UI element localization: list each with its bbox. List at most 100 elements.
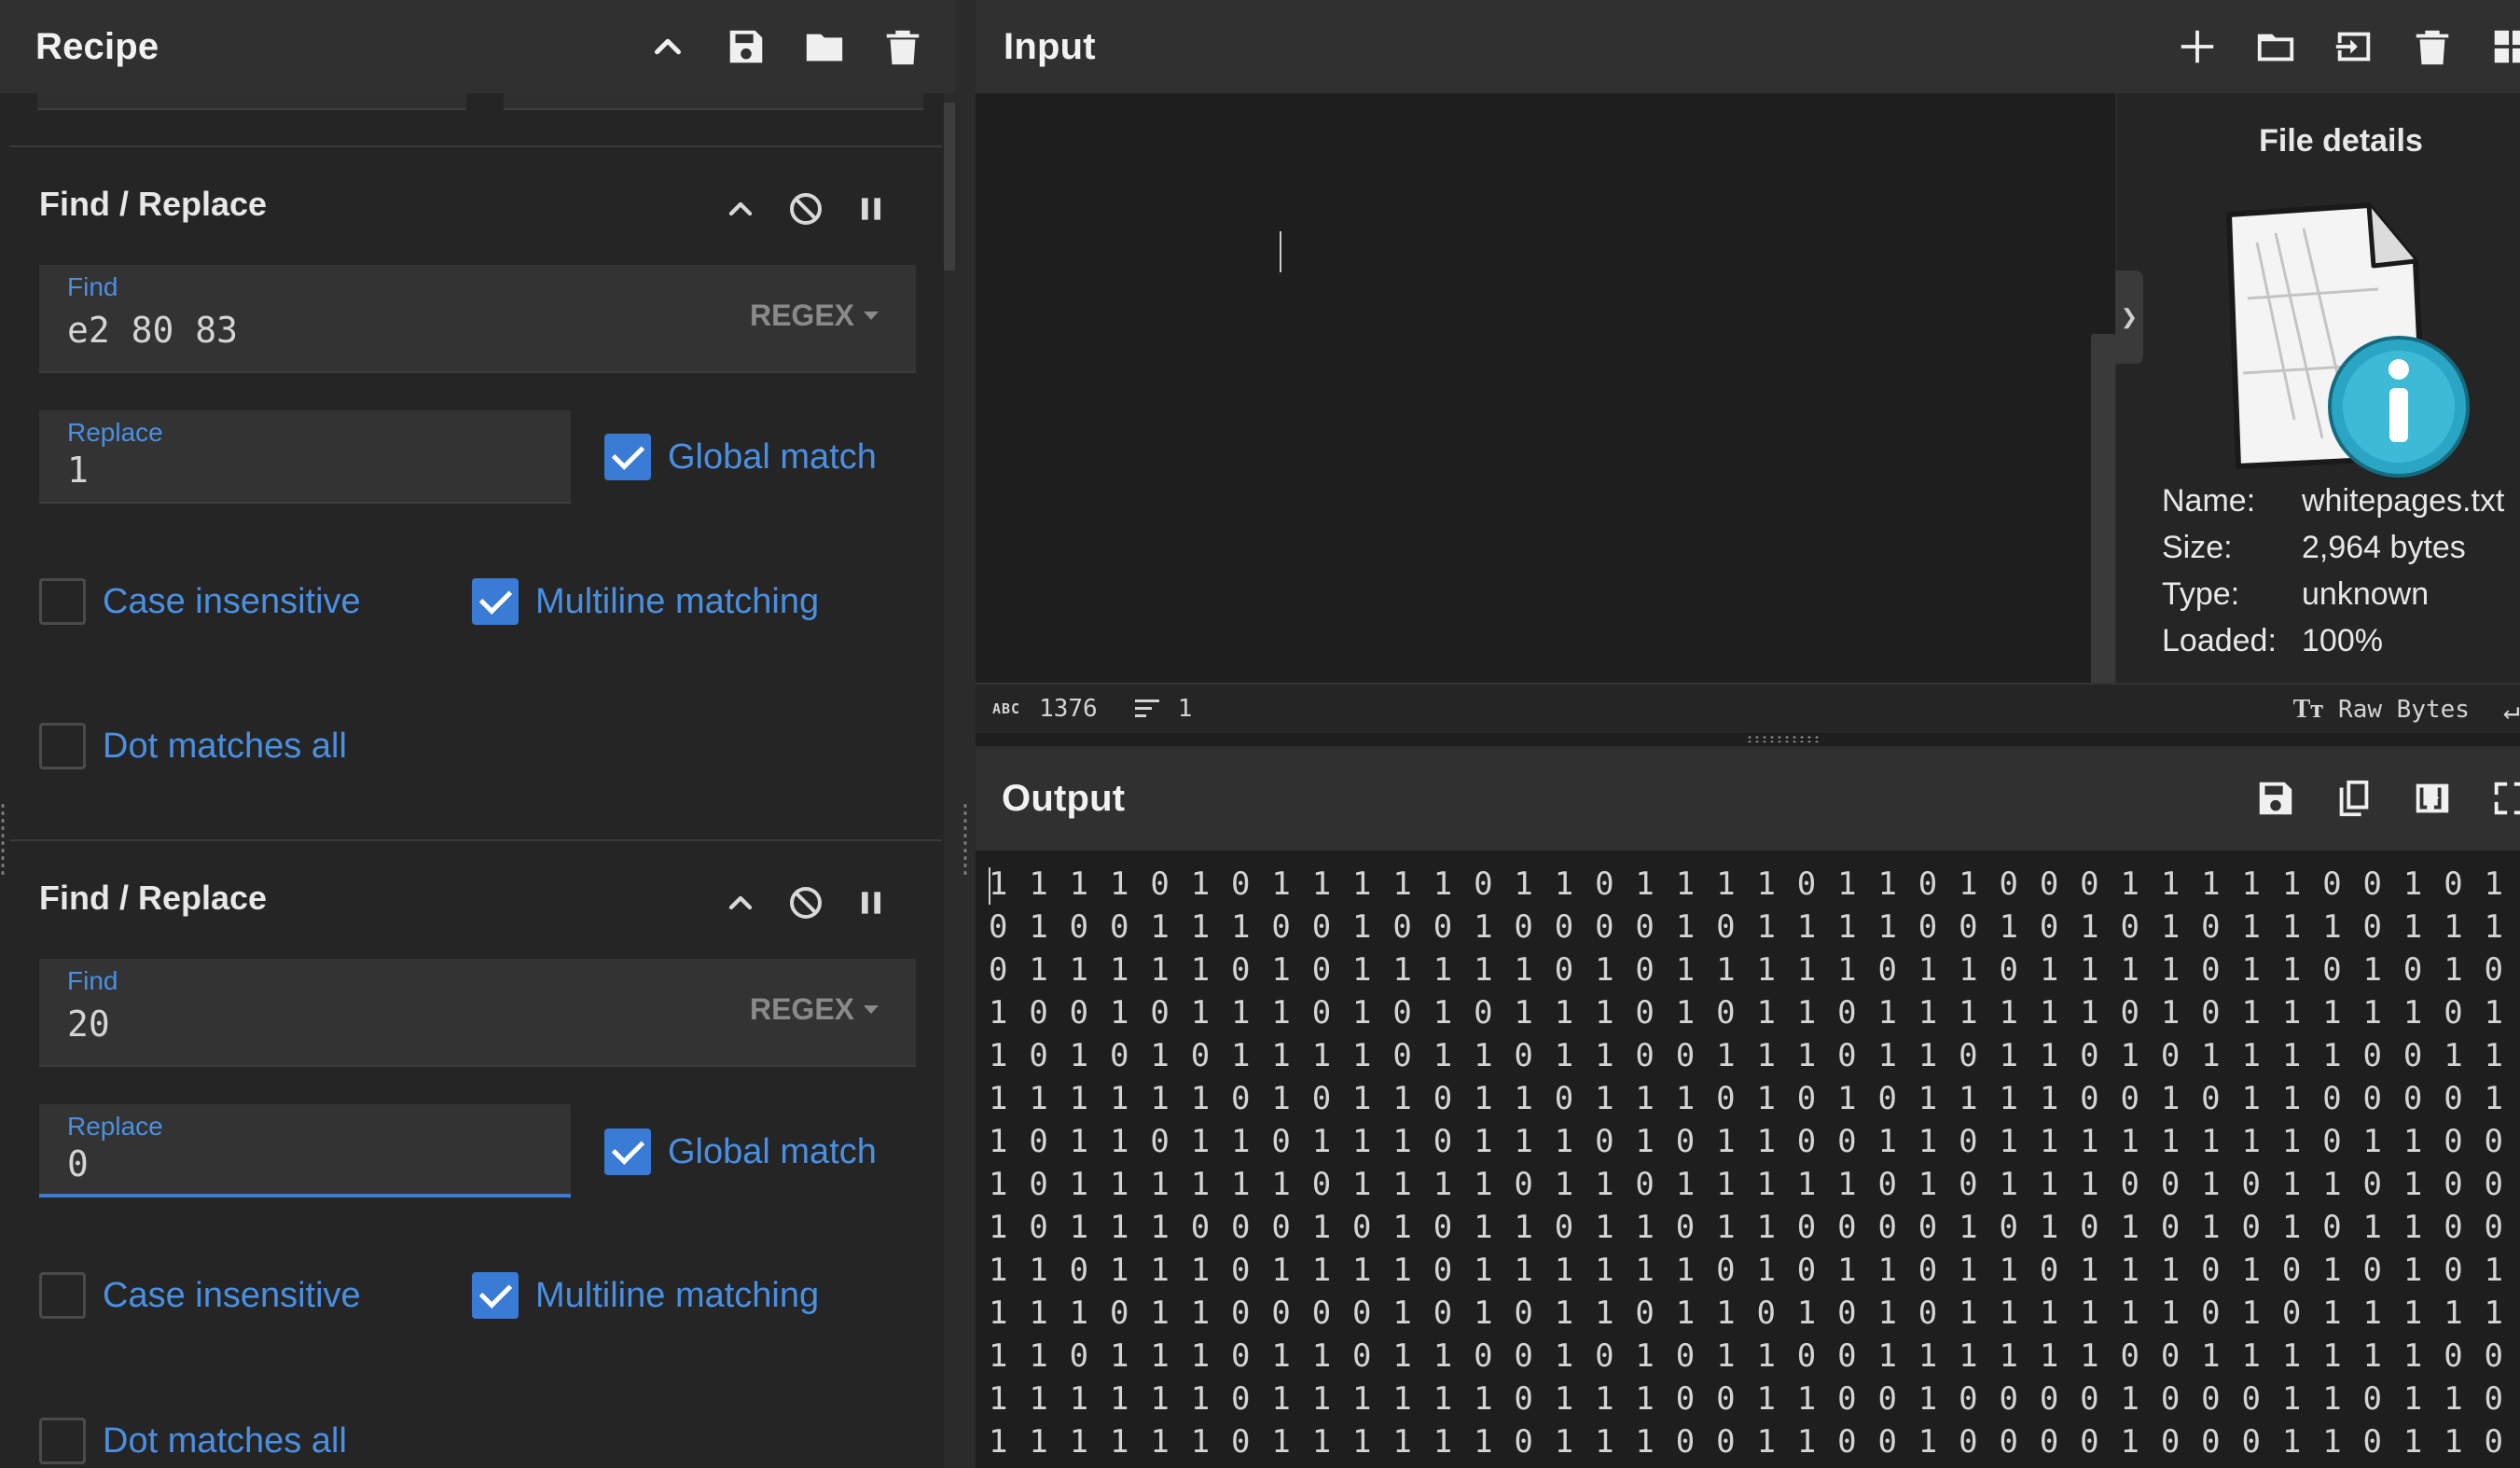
disable-icon[interactable] — [780, 877, 832, 929]
column-resize-handle[interactable] — [962, 802, 968, 877]
checkbox-unchecked[interactable] — [39, 1272, 86, 1319]
global-match-checkbox[interactable]: Global match — [604, 1129, 877, 1175]
maximize-icon[interactable] — [2472, 759, 2520, 838]
input-lines: 1 — [1177, 695, 1193, 723]
find-label: Find — [67, 966, 118, 995]
encoding-button[interactable]: Raw Bytes — [2338, 696, 2470, 724]
trash-icon[interactable] — [864, 7, 942, 86]
input-header: Input — [976, 0, 2520, 93]
trash-icon[interactable] — [2393, 7, 2472, 86]
save-icon[interactable] — [2236, 759, 2315, 838]
file-details-title: File details — [2259, 123, 2423, 159]
output-line: 1 1 0 1 1 1 0 1 1 1 1 0 1 1 1 1 1 1 0 1 … — [989, 1252, 2520, 1289]
replace-value[interactable]: 1 — [67, 450, 89, 491]
output-line: 1 1 0 1 1 1 0 1 1 0 1 1 0 0 1 0 1 0 1 1 … — [989, 1337, 2505, 1375]
multiline-checkbox[interactable]: Multiline matching — [472, 1272, 819, 1319]
checkbox-checked[interactable] — [472, 1272, 519, 1319]
output-title: Output — [1002, 777, 1126, 819]
output-line: 1 0 0 1 0 1 1 1 0 1 0 1 0 1 1 1 0 1 0 1 … — [989, 994, 2520, 1032]
eol-icon[interactable]: ↵ — [2503, 694, 2520, 727]
save-icon[interactable] — [707, 7, 785, 86]
input-length: 1376 — [1039, 695, 1098, 723]
operation-title: Find / Replace — [39, 185, 268, 223]
layout-icon[interactable] — [2472, 7, 2520, 86]
find-value[interactable]: 20 — [67, 1004, 110, 1045]
checkbox-unchecked[interactable] — [39, 578, 86, 625]
lines-icon — [1134, 699, 1159, 718]
operation-divider — [9, 839, 942, 841]
import-icon[interactable] — [2315, 7, 2393, 86]
text-cursor — [1280, 231, 1281, 272]
global-match-label: Global match — [668, 436, 877, 477]
multiline-label: Multiline matching — [535, 581, 820, 621]
replace-field[interactable]: Replace 0 — [39, 1104, 571, 1198]
file-type-row: Type: unknown — [2162, 576, 2429, 613]
output-cursor — [989, 867, 990, 905]
output-text[interactable]: 1 1 1 1 0 1 0 1 1 1 1 1 0 1 1 0 1 1 1 1 … — [976, 851, 2520, 1468]
chevron-up-icon[interactable] — [629, 7, 707, 86]
find-field[interactable]: Find e2 80 83 REGEX — [39, 265, 916, 373]
io-splitter[interactable] — [976, 733, 2520, 746]
file-size-row: Size: 2,964 bytes — [2162, 530, 2466, 566]
breakpoint-icon[interactable] — [845, 877, 897, 929]
io-resize-handle[interactable] — [1746, 735, 1821, 742]
file-type-value: unknown — [2302, 576, 2430, 612]
input-scrollbar[interactable] — [2091, 334, 2115, 718]
dot-matches-all-label: Dot matches all — [103, 726, 347, 766]
file-loaded-value: 100% — [2302, 623, 2383, 658]
details-toggle-tab[interactable]: ❯ — [2115, 270, 2143, 364]
find-field[interactable]: Find 20 REGEX — [39, 959, 916, 1067]
case-insensitive-label: Case insensitive — [103, 1275, 361, 1315]
output-line: 1 1 1 1 1 1 0 1 1 1 1 1 1 0 1 1 1 0 0 1 … — [989, 1423, 2520, 1461]
output-line: 1 1 1 1 1 1 0 1 1 1 1 1 1 0 1 1 1 0 0 1 … — [989, 1380, 2520, 1418]
folder-icon[interactable] — [785, 7, 864, 86]
case-insensitive-checkbox[interactable]: Case insensitive — [39, 1272, 361, 1319]
chevron-right-icon: ❯ — [2120, 305, 2139, 328]
recipe-header: Recipe — [0, 0, 955, 93]
checkbox-unchecked[interactable] — [39, 723, 86, 769]
find-mode-dropdown[interactable]: REGEX — [750, 298, 879, 333]
operation-title: Find / Replace — [39, 879, 268, 917]
checkbox-unchecked[interactable] — [39, 1418, 86, 1464]
dot-matches-all-checkbox[interactable]: Dot matches all — [39, 723, 347, 769]
checkbox-checked[interactable] — [604, 434, 651, 480]
checkbox-checked[interactable] — [472, 578, 519, 625]
collapse-icon[interactable] — [714, 877, 767, 929]
previous-field-right[interactable] — [504, 93, 923, 110]
global-match-label: Global match — [668, 1131, 877, 1171]
output-line: 1 1 1 1 0 1 0 1 1 1 1 1 0 1 1 0 1 1 1 1 … — [989, 866, 2520, 903]
recipe-operations: Find / Replace Find e2 80 83 REGEX Repla… — [9, 93, 942, 1468]
file-info-icon — [2226, 202, 2470, 478]
find-mode-label: REGEX — [749, 992, 854, 1026]
recipe-panel: Recipe Find / Replace Find e2 80 83 REGE… — [0, 0, 964, 1468]
replace-input-icon[interactable] — [2393, 759, 2472, 838]
font-size-icon[interactable]: Tт — [2293, 695, 2323, 725]
find-mode-dropdown[interactable]: REGEX — [750, 992, 879, 1027]
breakpoint-icon[interactable] — [845, 183, 897, 235]
global-match-checkbox[interactable]: Global match — [604, 434, 877, 480]
chevron-down-icon — [864, 1005, 879, 1014]
recipe-title: Recipe — [35, 25, 159, 67]
previous-field-left[interactable] — [37, 93, 466, 110]
input-status-bar: ABC 1376 1 Tт Raw Bytes ↵ — [976, 683, 2520, 733]
collapse-icon[interactable] — [714, 183, 767, 235]
case-insensitive-checkbox[interactable]: Case insensitive — [39, 578, 361, 625]
output-line: 1 0 1 1 1 1 1 1 0 1 1 1 1 0 1 1 0 1 1 1 … — [989, 1166, 2505, 1203]
disable-icon[interactable] — [780, 183, 832, 235]
dot-matches-all-checkbox[interactable]: Dot matches all — [39, 1418, 347, 1464]
left-resize-handle[interactable] — [0, 802, 6, 877]
column-splitter[interactable] — [955, 0, 976, 1468]
plus-icon[interactable] — [2158, 7, 2236, 86]
folder-icon[interactable] — [2236, 7, 2315, 86]
replace-label: Replace — [67, 1112, 163, 1141]
replace-field[interactable]: Replace 1 — [39, 410, 571, 504]
find-label: Find — [67, 272, 118, 301]
file-loaded-row: Loaded: 100% — [2162, 623, 2383, 659]
copy-icon[interactable] — [2315, 759, 2393, 838]
input-editor[interactable] — [976, 93, 2115, 718]
find-value[interactable]: e2 80 83 — [67, 310, 238, 351]
multiline-checkbox[interactable]: Multiline matching — [472, 578, 819, 625]
file-details-pane: File details Name: whitepages.txt Size: 2,… — [2115, 93, 2520, 683]
replace-value[interactable]: 0 — [67, 1143, 89, 1184]
checkbox-checked[interactable] — [604, 1129, 651, 1175]
